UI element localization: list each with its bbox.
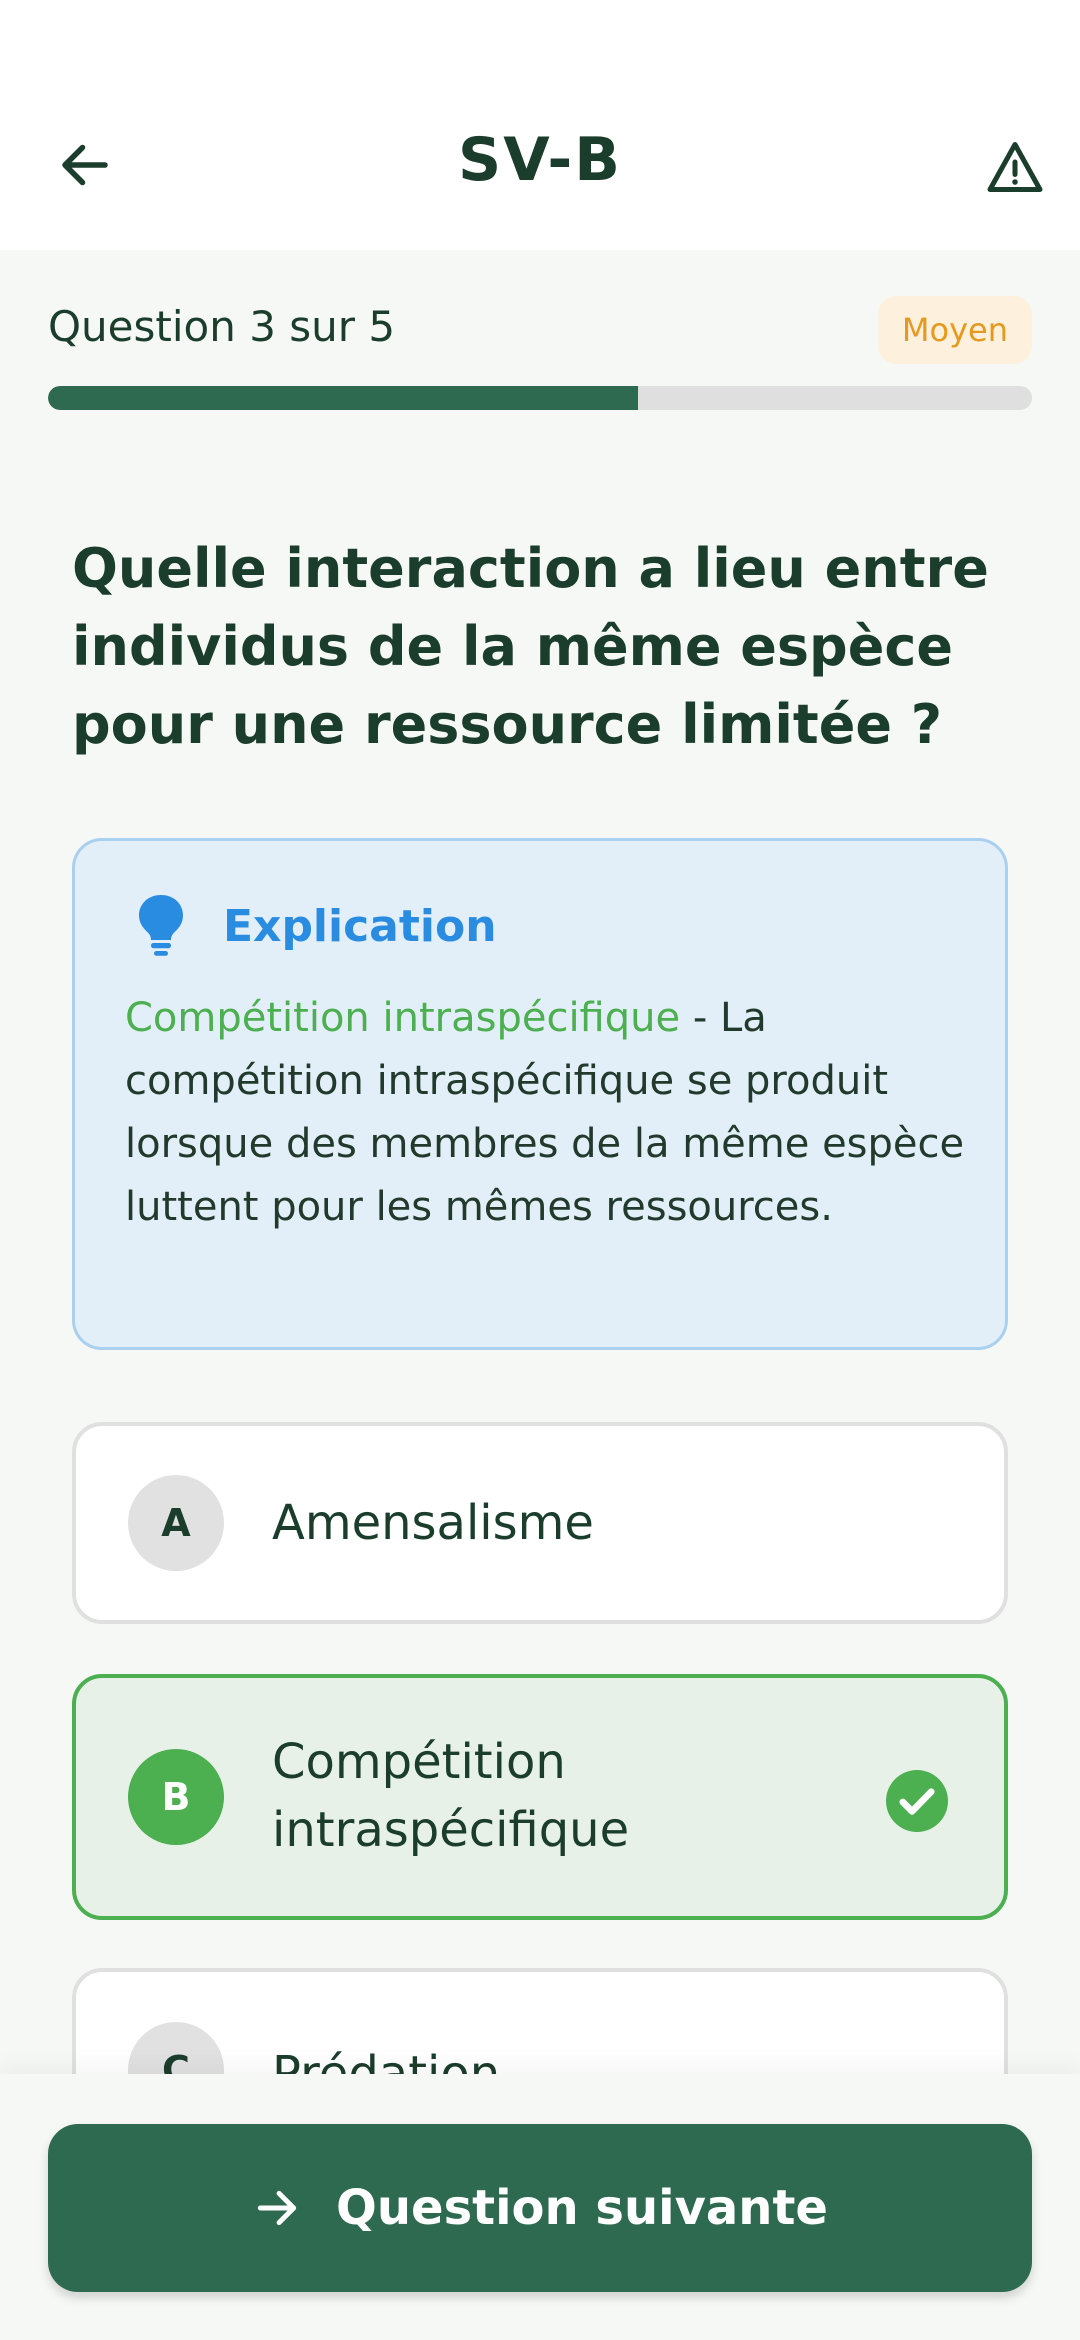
progress-bar-fill [48,386,639,410]
option-letter-badge: A [128,1475,224,1571]
difficulty-badge: Moyen [877,296,1032,364]
progress-bar [48,386,1032,410]
question-text: Quelle interaction a lieu entre individu… [72,537,989,756]
question-counter: Question 3 sur 5 [48,302,396,351]
bottom-action-bar: Question suivante [0,2074,1080,2340]
warning-triangle-icon [987,142,1043,192]
top-app-bar: SV-B [0,0,1080,250]
next-question-label: Question suivante [336,2180,828,2236]
answer-option-a[interactable]: A Amensalisme [72,1422,1008,1624]
arrow-right-icon [257,2190,297,2226]
explanation-title: Explication [223,901,497,952]
option-label: Compétition intraspécifique [272,1734,630,1858]
lightbulb-icon [139,895,183,956]
option-letter-badge: B [128,1749,224,1845]
explanation-term: Compétition intraspécifique [125,995,681,1041]
report-button[interactable] [980,132,1050,202]
check-circle-icon [886,1770,948,1832]
explanation-card: Explication Compétition intraspécifique … [72,838,1008,1350]
next-question-button[interactable]: Question suivante [48,2124,1032,2292]
quiz-screen: SV-B Question 3 sur 5 Moyen Quelle inter… [0,0,1080,2340]
explanation-text: Compétition intraspécifique - La compéti… [125,987,965,1239]
answer-option-b[interactable]: B Compétition intraspécifique [72,1674,1008,1920]
option-label: Amensalisme [272,1495,594,1551]
page-title: SV-B [458,125,622,195]
